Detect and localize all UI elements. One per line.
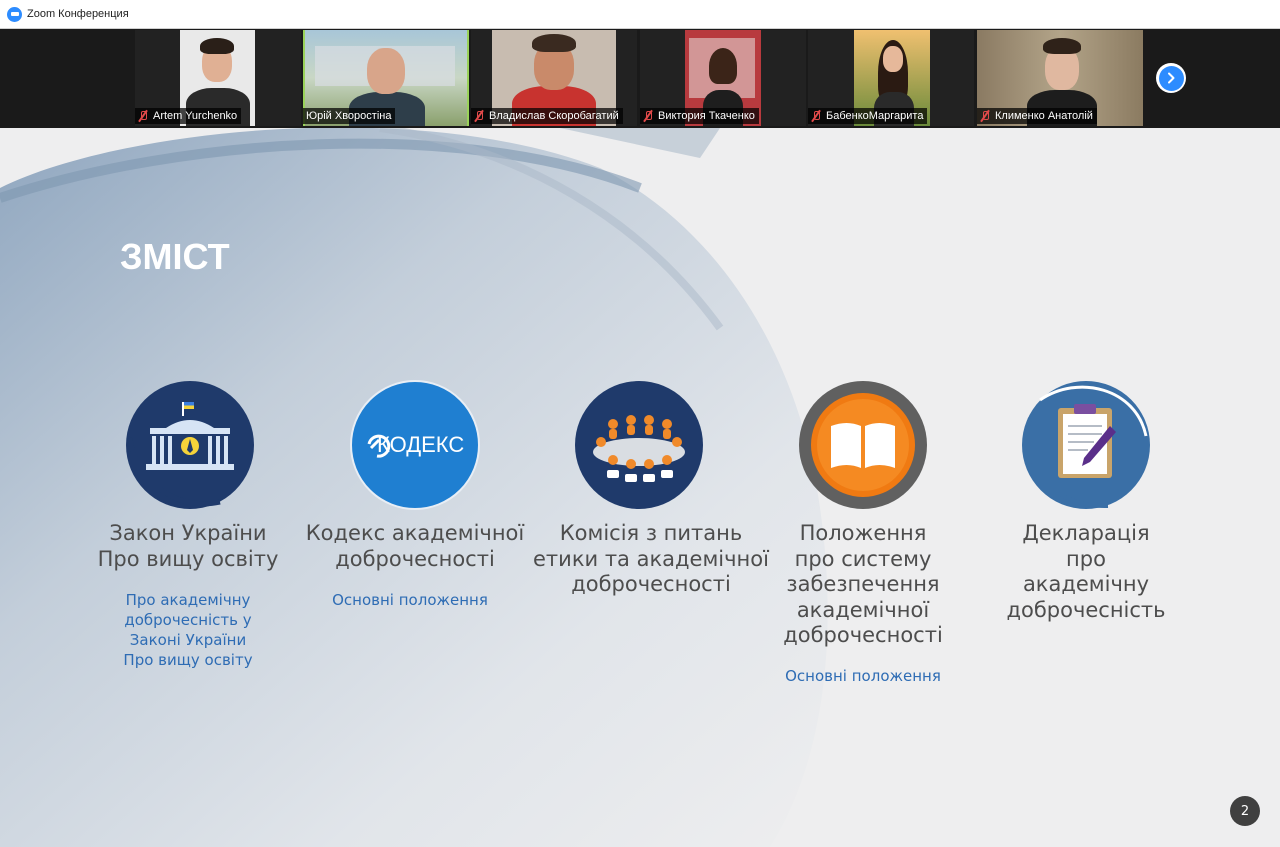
participant-tile[interactable]: Виктория Ткаченко bbox=[640, 30, 806, 126]
topic-heading: Кодекс академічної доброчесності bbox=[305, 521, 525, 571]
shared-slide: ЗМІСТ Закон України Про вищу освіту Про … bbox=[0, 128, 1280, 847]
muted-mic-icon bbox=[138, 110, 148, 122]
kodeks-logo-icon: КОДЕКС bbox=[347, 378, 483, 518]
participant-tile[interactable]: Юрій Хворостіна bbox=[303, 30, 469, 126]
participant-tile[interactable]: БабенкоМаргарита bbox=[808, 30, 974, 126]
topic-heading: Комісія з питань етики та академічної до… bbox=[533, 521, 769, 596]
participant-name-label: Юрій Хворостіна bbox=[303, 108, 396, 124]
participant-tile[interactable]: Владислав Скоробагатий bbox=[471, 30, 637, 126]
participant-tile[interactable]: Artem Yurchenko bbox=[135, 30, 301, 126]
next-participants-button[interactable] bbox=[1156, 63, 1186, 93]
muted-mic-icon bbox=[643, 110, 653, 122]
window-title: Zoom Конференция bbox=[27, 8, 129, 20]
muted-mic-icon bbox=[474, 110, 484, 122]
topic-heading: Закон України Про вищу освіту bbox=[97, 521, 279, 571]
participant-tile[interactable]: Клименко Анатолій bbox=[977, 30, 1143, 126]
meeting-table-icon bbox=[573, 378, 709, 518]
chevron-right-icon bbox=[1158, 65, 1184, 91]
participant-name-label: Клименко Анатолій bbox=[977, 108, 1097, 124]
participant-name-label: БабенкоМаргарита bbox=[808, 108, 928, 124]
muted-mic-icon bbox=[811, 110, 821, 122]
participant-name-label: Artem Yurchenko bbox=[135, 108, 242, 124]
topic-link[interactable]: Основні положення bbox=[763, 666, 963, 686]
participant-name-label: Владислав Скоробагатий bbox=[471, 108, 623, 124]
topic-heading: Декларація про академічну доброчесність bbox=[1006, 521, 1166, 622]
open-book-icon bbox=[795, 378, 931, 518]
slide-title: ЗМІСТ bbox=[120, 236, 230, 277]
slide-page-number: 2 bbox=[1230, 796, 1260, 826]
window-titlebar: Zoom Конференция bbox=[0, 0, 1280, 29]
topic-heading: Положення про систему забезпечення акаде… bbox=[783, 521, 943, 647]
parliament-icon bbox=[124, 378, 260, 518]
topic-link[interactable]: Основні положення bbox=[310, 590, 510, 610]
muted-mic-icon bbox=[980, 110, 990, 122]
participant-name-label: Виктория Ткаченко bbox=[640, 108, 759, 124]
participant-strip: Artem Yurchenko Юрій Хворостіна Владисла… bbox=[0, 29, 1280, 128]
clipboard-pen-icon bbox=[1018, 378, 1154, 518]
kodeks-logo-text: КОДЕКС bbox=[377, 432, 465, 457]
topic-link[interactable]: Про академічну доброчесність у Законі Ук… bbox=[88, 590, 288, 670]
zoom-logo-icon bbox=[7, 6, 22, 22]
